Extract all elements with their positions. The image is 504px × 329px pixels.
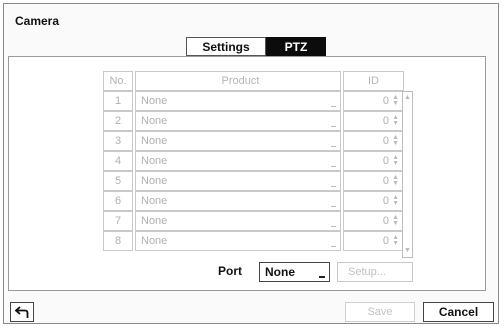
id-value: 0 <box>382 95 389 107</box>
product-select[interactable]: None <box>135 231 341 251</box>
spinner-arrows-icon[interactable]: ▲ ▼ <box>392 94 399 107</box>
row-number: 6 <box>103 191 133 211</box>
product-value: None <box>141 115 168 127</box>
row-number: 4 <box>103 151 133 171</box>
spinner-arrows-icon[interactable]: ▲ ▼ <box>392 194 399 207</box>
dropdown-icon <box>331 166 336 167</box>
product-select[interactable]: None <box>135 191 341 211</box>
setup-button[interactable]: Setup... <box>337 262 413 282</box>
id-value: 0 <box>382 215 389 227</box>
table-scrollbar[interactable]: ▲ ▼ <box>402 91 413 258</box>
table-row[interactable]: 7 None 0 ▲ ▼ <box>103 211 413 231</box>
dialog-title: Camera <box>15 14 60 28</box>
port-select[interactable]: None <box>259 262 330 282</box>
back-button[interactable] <box>10 302 34 322</box>
product-select[interactable]: None <box>135 211 341 231</box>
spinner-arrows-icon[interactable]: ▲ ▼ <box>392 134 399 147</box>
row-number: 2 <box>103 111 133 131</box>
save-button[interactable]: Save <box>345 302 415 322</box>
product-value: None <box>141 215 168 227</box>
port-value: None <box>265 265 295 279</box>
id-spinner[interactable]: 0 ▲ ▼ <box>343 211 404 231</box>
id-value: 0 <box>382 235 389 247</box>
product-value: None <box>141 195 168 207</box>
product-select[interactable]: None <box>135 111 341 131</box>
table-row[interactable]: 6 None 0 ▲ ▼ <box>103 191 413 211</box>
id-spinner[interactable]: 0 ▲ ▼ <box>343 151 404 171</box>
row-number: 3 <box>103 131 133 151</box>
dropdown-icon <box>331 186 336 187</box>
product-value: None <box>141 135 168 147</box>
tab-settings[interactable]: Settings <box>186 37 266 56</box>
id-spinner[interactable]: 0 ▲ ▼ <box>343 191 404 211</box>
dropdown-icon <box>331 106 336 107</box>
back-arrow-icon <box>15 306 29 318</box>
table-row[interactable]: 8 None 0 ▲ ▼ <box>103 231 413 251</box>
ptz-table: No. Product ID 1 None 0 ▲ ▼ 2 None 0 ▲ ▼ 3 None 0 ▲ ▼ 4… <box>103 71 413 251</box>
id-spinner[interactable]: 0 ▲ ▼ <box>343 231 404 251</box>
spinner-arrows-icon[interactable]: ▲ ▼ <box>392 234 399 247</box>
id-value: 0 <box>382 135 389 147</box>
table-row[interactable]: 4 None 0 ▲ ▼ <box>103 151 413 171</box>
id-value: 0 <box>382 175 389 187</box>
dropdown-icon <box>331 246 336 247</box>
tab-ptz[interactable]: PTZ <box>266 37 326 56</box>
product-select[interactable]: None <box>135 131 341 151</box>
id-spinner[interactable]: 0 ▲ ▼ <box>343 111 404 131</box>
product-value: None <box>141 175 168 187</box>
product-value: None <box>141 95 168 107</box>
scroll-down-icon[interactable]: ▼ <box>404 247 411 255</box>
product-select[interactable]: None <box>135 91 341 111</box>
cancel-button[interactable]: Cancel <box>423 302 494 322</box>
table-row[interactable]: 1 None 0 ▲ ▼ <box>103 91 413 111</box>
id-spinner[interactable]: 0 ▲ ▼ <box>343 171 404 191</box>
table-row[interactable]: 5 None 0 ▲ ▼ <box>103 171 413 191</box>
id-value: 0 <box>382 115 389 127</box>
header-id: ID <box>343 71 404 91</box>
row-number: 8 <box>103 231 133 251</box>
header-no: No. <box>103 71 133 91</box>
spinner-arrows-icon[interactable]: ▲ ▼ <box>392 114 399 127</box>
spinner-arrows-icon[interactable]: ▲ ▼ <box>392 214 399 227</box>
id-value: 0 <box>382 155 389 167</box>
product-select[interactable]: None <box>135 171 341 191</box>
row-number: 7 <box>103 211 133 231</box>
header-product: Product <box>135 71 341 91</box>
product-select[interactable]: None <box>135 151 341 171</box>
dropdown-icon <box>331 206 336 207</box>
dropdown-icon <box>331 146 336 147</box>
id-spinner[interactable]: 0 ▲ ▼ <box>343 131 404 151</box>
id-value: 0 <box>382 195 389 207</box>
spinner-arrows-icon[interactable]: ▲ ▼ <box>392 154 399 167</box>
table-row[interactable]: 3 None 0 ▲ ▼ <box>103 131 413 151</box>
table-row[interactable]: 2 None 0 ▲ ▼ <box>103 111 413 131</box>
spinner-arrows-icon[interactable]: ▲ ▼ <box>392 174 399 187</box>
dropdown-icon <box>331 126 336 127</box>
product-value: None <box>141 235 168 247</box>
scroll-up-icon[interactable]: ▲ <box>404 94 411 102</box>
table-header-row: No. Product ID <box>103 71 413 91</box>
id-spinner[interactable]: 0 ▲ ▼ <box>343 91 404 111</box>
row-number: 1 <box>103 91 133 111</box>
port-label: Port <box>218 264 242 278</box>
tab-bar: Settings PTZ <box>186 37 326 56</box>
row-number: 5 <box>103 171 133 191</box>
dropdown-icon <box>331 226 336 227</box>
dropdown-icon <box>319 276 325 278</box>
product-value: None <box>141 155 168 167</box>
